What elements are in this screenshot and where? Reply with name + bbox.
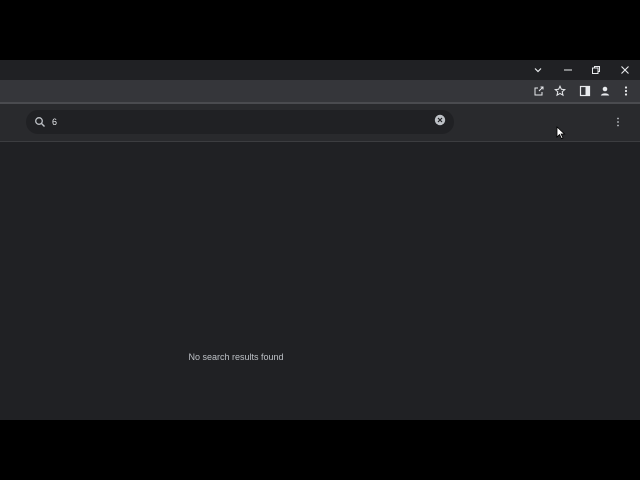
browser-window: No search results found <box>0 60 640 420</box>
close-button[interactable] <box>611 60 639 80</box>
minimize-icon <box>563 65 573 75</box>
profile-button[interactable] <box>596 84 614 102</box>
page-header <box>0 104 640 142</box>
search-box[interactable] <box>26 110 454 134</box>
share-button[interactable] <box>530 84 548 102</box>
minimize-button[interactable] <box>554 60 582 80</box>
letterbox-top <box>0 0 640 60</box>
search-input[interactable] <box>52 113 432 131</box>
browser-menu-button[interactable] <box>617 84 635 102</box>
tab-strip <box>0 60 640 82</box>
restore-button[interactable] <box>582 60 610 80</box>
tab-search-button[interactable] <box>524 60 552 80</box>
close-icon <box>620 65 630 75</box>
side-panel-icon <box>579 84 591 102</box>
empty-results-message: No search results found <box>188 352 284 362</box>
bookmark-button[interactable] <box>551 84 569 102</box>
mouse-cursor <box>556 126 566 140</box>
page-menu-button[interactable] <box>610 114 626 132</box>
profile-icon <box>599 84 611 102</box>
letterbox-bottom <box>0 420 640 480</box>
share-icon <box>533 84 545 102</box>
restore-icon <box>591 65 601 75</box>
side-panel-button[interactable] <box>576 84 594 102</box>
more-vertical-icon <box>616 114 620 132</box>
clear-icon <box>434 113 446 131</box>
search-icon <box>32 114 48 130</box>
kebab-menu-icon <box>623 84 629 102</box>
chevron-down-icon <box>533 65 543 75</box>
star-icon <box>553 84 567 102</box>
browser-toolbar <box>0 82 640 104</box>
clear-search-button[interactable] <box>432 114 448 130</box>
